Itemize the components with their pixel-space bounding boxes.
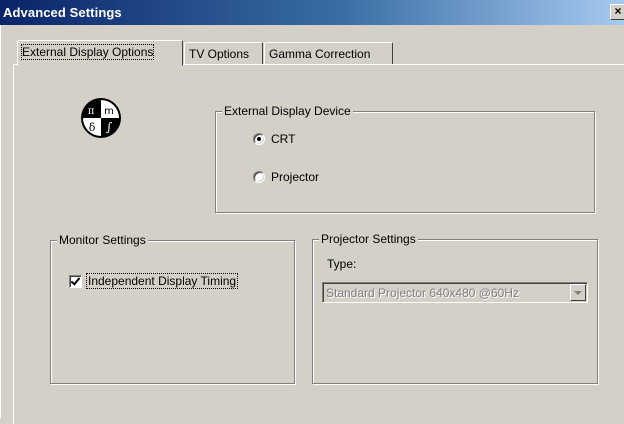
- close-icon: ×: [614, 4, 622, 18]
- tab-external-display-options[interactable]: External Display Options: [17, 40, 183, 66]
- tab-panel: [13, 64, 624, 424]
- window-title: Advanced Settings: [3, 5, 122, 20]
- tab-gamma-correction[interactable]: Gamma Correction: [264, 42, 393, 65]
- tab-label: External Display Options: [20, 44, 155, 60]
- title-bar[interactable]: Advanced Settings ×: [0, 0, 624, 25]
- close-button[interactable]: ×: [610, 4, 624, 20]
- tab-label: Gamma Correction: [269, 47, 371, 61]
- tab-label: TV Options: [189, 47, 250, 61]
- tab-tv-options[interactable]: TV Options: [184, 42, 263, 65]
- window-border: [0, 25, 1, 418]
